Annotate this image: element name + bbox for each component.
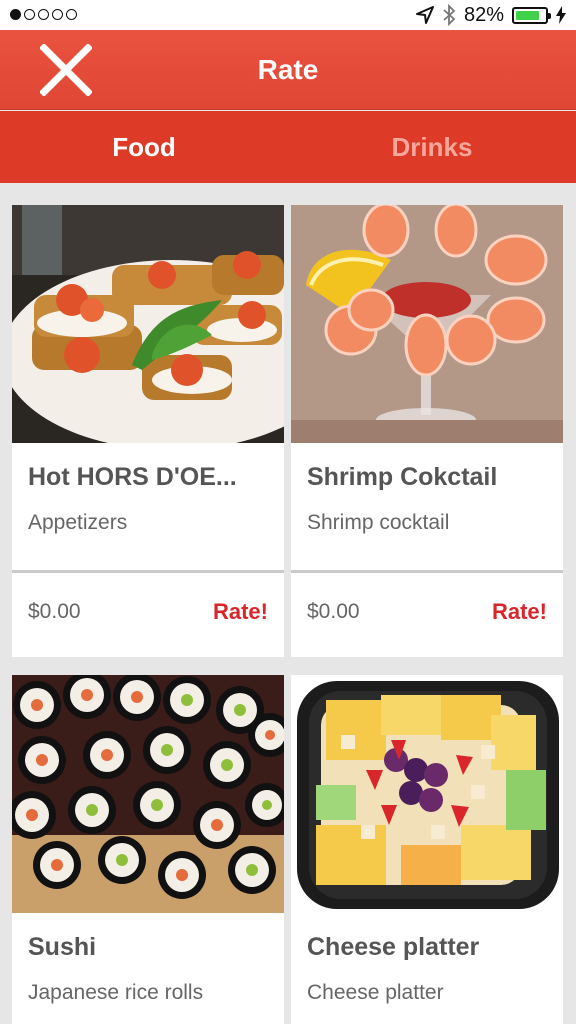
tab-drinks[interactable]: Drinks [288, 111, 576, 183]
item-subtitle: Cheese platter [307, 981, 444, 1004]
item-title: Sushi [28, 933, 97, 961]
page-title: Rate [257, 54, 319, 85]
location-arrow-icon [415, 6, 434, 24]
item-title: Shrimp Cokctail [307, 463, 498, 491]
item-subtitle: Appetizers [28, 511, 128, 534]
navigation-bar: Rate [0, 30, 576, 110]
category-tabs: Food Drinks [0, 111, 576, 183]
charging-bolt-icon [556, 6, 566, 24]
bluetooth-icon [443, 4, 456, 26]
item-price: $0.00 [28, 600, 81, 623]
item-title: Hot HORS D'OE... [28, 463, 237, 491]
bruschetta-photo [12, 205, 284, 443]
rate-button[interactable]: Rate! [492, 599, 547, 625]
card-divider [12, 570, 284, 573]
item-card[interactable]: Sushi Japanese rice rolls [12, 675, 284, 1024]
item-card[interactable]: Shrimp Cokctail Shrimp cocktail $0.00 Ra… [291, 205, 563, 657]
item-subtitle: Shrimp cocktail [307, 511, 450, 534]
item-card[interactable]: Hot HORS D'OE... Appetizers $0.00 Rate! [12, 205, 284, 657]
item-subtitle: Japanese rice rolls [28, 981, 204, 1004]
status-bar: 82% [0, 0, 576, 30]
battery-icon [512, 6, 551, 24]
cheese-platter-photo [291, 675, 563, 913]
tab-food[interactable]: Food [0, 111, 288, 183]
rate-button[interactable]: Rate! [213, 599, 268, 625]
item-title: Cheese platter [307, 933, 480, 961]
item-price: $0.00 [307, 600, 360, 623]
battery-percentage: 82% [463, 3, 504, 26]
shrimp-cocktail-photo [291, 205, 563, 443]
signal-strength-icon [10, 9, 77, 20]
item-card[interactable]: Cheese platter Cheese platter [291, 675, 563, 1024]
card-divider [291, 570, 563, 573]
sushi-photo [12, 675, 284, 913]
